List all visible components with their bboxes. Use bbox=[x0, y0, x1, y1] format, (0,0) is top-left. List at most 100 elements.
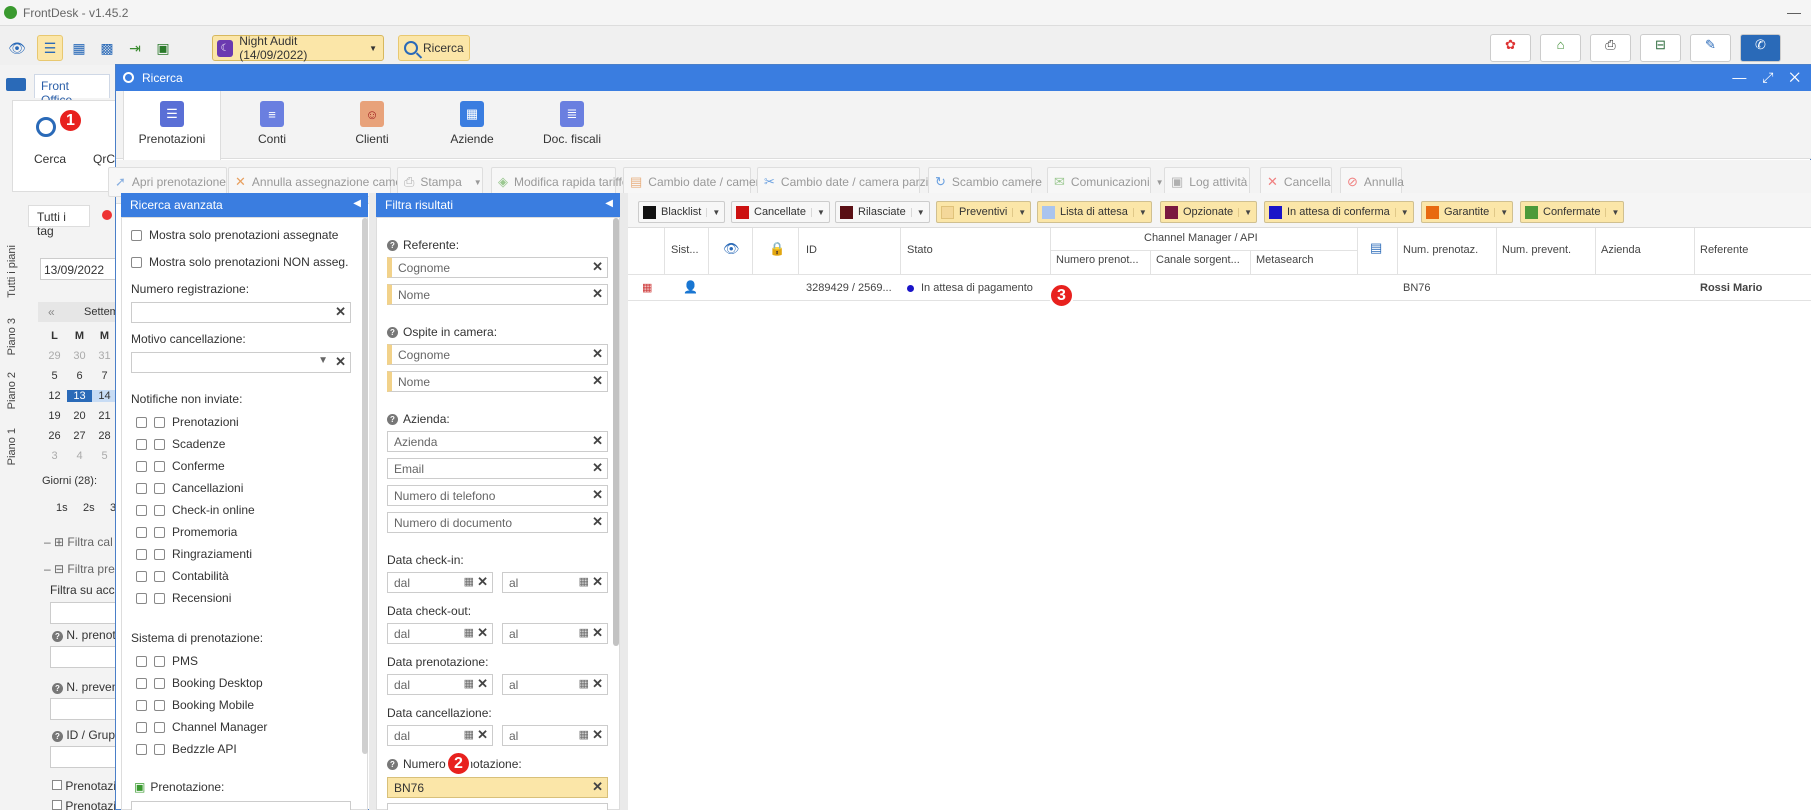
store-icon[interactable]: ⌂ bbox=[1540, 34, 1581, 62]
filter-opzionate-button[interactable]: Opzionate ▼ bbox=[1160, 201, 1258, 223]
col-num-prenotaz[interactable]: Num. prenotaz. bbox=[1403, 244, 1478, 256]
background-date-input[interactable]: 13/09/2022 bbox=[40, 258, 120, 280]
next-input[interactable] bbox=[387, 803, 608, 810]
system-channel-manager-checkbox[interactable]: ? Channel Manager bbox=[136, 720, 267, 734]
phone-input[interactable]: Numero di telefono ✕ bbox=[387, 485, 608, 506]
system-booking-mobile-checkbox[interactable]: ? Booking Mobile bbox=[136, 698, 254, 712]
eye-icon[interactable]: 👁 bbox=[723, 241, 740, 257]
front-office-tab[interactable]: Front Office bbox=[34, 74, 110, 107]
filter-lista-attesa-button[interactable]: Lista di attesa ▼ bbox=[1037, 201, 1152, 223]
checkout-icon[interactable]: ⇥ bbox=[122, 35, 148, 61]
checkin-to-input[interactable]: al ▦ ✕ bbox=[502, 572, 608, 593]
advanced-scrollbar[interactable] bbox=[362, 218, 368, 754]
settings-icon[interactable]: ✿ bbox=[1490, 34, 1531, 62]
calendar-row[interactable]: 345 bbox=[42, 450, 117, 462]
signature-icon[interactable]: ✎ bbox=[1690, 34, 1731, 62]
calendar-row[interactable]: 19 20 21 bbox=[42, 410, 117, 422]
printer-icon[interactable]: ⎙ bbox=[1590, 34, 1631, 62]
background-input[interactable] bbox=[50, 646, 120, 668]
calendar-row[interactable]: 12 13 14 bbox=[42, 390, 117, 402]
col-num-prevent[interactable]: Num. prevent. bbox=[1502, 244, 1571, 256]
notif-conferme-checkbox[interactable]: ? Conferme bbox=[136, 459, 225, 473]
system-pms-checkbox[interactable]: ? PMS bbox=[136, 654, 198, 668]
filter-calendar-label[interactable]: – ⊞ Filtra cal bbox=[44, 535, 113, 549]
ospite-name-input[interactable]: Nome ✕ bbox=[387, 371, 608, 392]
document-icon[interactable]: ▤ bbox=[1370, 240, 1382, 256]
filter-preventivi-button[interactable]: Preventivi ▼ bbox=[936, 201, 1032, 223]
calendar-prev-icon[interactable]: « bbox=[48, 305, 55, 319]
booking-number-input[interactable]: BN76 ✕ bbox=[387, 777, 608, 798]
checkout-from-input[interactable]: dal ▦ ✕ bbox=[387, 623, 493, 644]
days-1s[interactable]: 1s bbox=[56, 502, 68, 514]
filter-blacklist-button[interactable]: Blacklist ▼ bbox=[638, 201, 726, 223]
system-booking-desktop-checkbox[interactable]: ? Booking Desktop bbox=[136, 676, 263, 690]
show-assigned-checkbox[interactable]: Mostra solo prenotazioni assegnate bbox=[131, 228, 338, 242]
azienda-input[interactable]: Azienda ✕ bbox=[387, 431, 608, 452]
monitor-icon[interactable]: ▣ bbox=[150, 35, 176, 61]
background-input[interactable] bbox=[50, 746, 120, 768]
splitter[interactable] bbox=[369, 193, 376, 810]
tab-clienti[interactable]: ☺ Clienti bbox=[323, 91, 421, 159]
col-sistema[interactable]: Sist... bbox=[671, 244, 699, 256]
booking-to-input[interactable]: al ▦ ✕ bbox=[502, 674, 608, 695]
scanner-icon[interactable]: ⊟ bbox=[1640, 34, 1681, 62]
col-metasearch[interactable]: Metasearch bbox=[1256, 254, 1313, 266]
cancel-reason-select[interactable]: ▼ ✕ bbox=[131, 352, 351, 373]
night-audit-dropdown[interactable]: ☾ Night Audit (14/09/2022) ▼ bbox=[212, 34, 384, 62]
col-azienda[interactable]: Azienda bbox=[1601, 244, 1641, 256]
vertical-tab-all-floors[interactable]: Tutti i piani bbox=[6, 245, 20, 298]
col-id[interactable]: ID bbox=[806, 244, 817, 256]
phone-icon[interactable]: ✆ bbox=[1740, 34, 1781, 62]
email-input[interactable]: Email ✕ bbox=[387, 458, 608, 479]
col-stato[interactable]: Stato bbox=[907, 244, 933, 256]
background-checkbox[interactable]: Prenotazi bbox=[52, 799, 116, 810]
background-input[interactable] bbox=[50, 698, 120, 720]
vertical-tab-floor-1[interactable]: Piano 1 bbox=[6, 428, 20, 465]
calendar-row[interactable]: 567 bbox=[42, 370, 117, 382]
layout-icon[interactable]: ▦ bbox=[66, 35, 92, 61]
tab-conti[interactable]: ≡ Conti bbox=[223, 91, 321, 159]
filter-confermate-button[interactable]: Confermate ▼ bbox=[1520, 201, 1625, 223]
col-referente[interactable]: Referente bbox=[1700, 244, 1748, 256]
checkout-to-input[interactable]: al ▦ ✕ bbox=[502, 623, 608, 644]
vertical-tab-floor-3[interactable]: Piano 3 bbox=[6, 318, 20, 355]
search-button[interactable]: Ricerca bbox=[398, 35, 470, 61]
filter-garantite-button[interactable]: Garantite ▼ bbox=[1421, 201, 1514, 223]
splitter[interactable] bbox=[620, 193, 628, 810]
filter-cancellate-button[interactable]: Cancellate ▼ bbox=[731, 201, 830, 223]
list-view-icon[interactable]: ☰ bbox=[37, 35, 63, 61]
referente-surname-input[interactable]: Cognome ✕ bbox=[387, 257, 608, 278]
notif-scadenze-checkbox[interactable]: ? Scadenze bbox=[136, 437, 225, 451]
show-unassigned-checkbox[interactable]: Mostra solo prenotazioni NON asseg. bbox=[131, 255, 348, 269]
referente-name-input[interactable]: Nome ✕ bbox=[387, 284, 608, 305]
background-checkbox[interactable]: Prenotazi bbox=[52, 779, 116, 793]
system-bedzzle-api-checkbox[interactable]: ? Bedzzle API bbox=[136, 742, 237, 756]
lock-icon[interactable]: 🔒 bbox=[769, 241, 785, 257]
menu-icon[interactable] bbox=[6, 78, 26, 91]
table-row[interactable]: ▦ 👤 3289429 / 2569... In attesa di pagam… bbox=[628, 275, 1811, 300]
notif-checkin-checkbox[interactable]: ? Check-in online bbox=[136, 503, 255, 517]
filter-rilasciate-button[interactable]: Rilasciate ▼ bbox=[835, 201, 930, 223]
filter-in-attesa-conferma-button[interactable]: In attesa di conferma ▼ bbox=[1264, 201, 1414, 223]
minimize-button[interactable]: — bbox=[1787, 4, 1801, 20]
col-canale[interactable]: Canale sorgent... bbox=[1156, 254, 1240, 266]
notif-promemoria-checkbox[interactable]: ? Promemoria bbox=[136, 525, 237, 539]
document-input[interactable]: Numero di documento ✕ bbox=[387, 512, 608, 533]
notif-recensioni-checkbox[interactable]: ? Recensioni bbox=[136, 591, 231, 605]
booking-from-input[interactable]: dal ▦ ✕ bbox=[387, 674, 493, 695]
cancellation-to-input[interactable]: al ▦ ✕ bbox=[502, 725, 608, 746]
tab-doc-fiscali[interactable]: ≣ Doc. fiscali bbox=[523, 91, 621, 159]
tab-prenotazioni[interactable]: ☰ Prenotazioni bbox=[123, 91, 221, 160]
background-input[interactable] bbox=[50, 602, 120, 624]
notif-prenotazioni-checkbox[interactable]: ? Prenotazioni bbox=[136, 415, 239, 429]
notif-contabilita-checkbox[interactable]: ? Contabilità bbox=[136, 569, 229, 583]
advanced-search-header[interactable]: Ricerca avanzata ◀ bbox=[121, 193, 368, 217]
vertical-tab-floor-2[interactable]: Piano 2 bbox=[6, 372, 20, 409]
grid-icon[interactable]: ▩ bbox=[94, 35, 120, 61]
notif-cancellazioni-checkbox[interactable]: ? Cancellazioni bbox=[136, 481, 243, 495]
filter-results-header[interactable]: Filtra risultati ◀ bbox=[376, 193, 620, 217]
cancellation-from-input[interactable]: dal ▦ ✕ bbox=[387, 725, 493, 746]
tab-aziende[interactable]: ▦ Aziende bbox=[423, 91, 521, 159]
filter-scrollbar[interactable] bbox=[613, 218, 619, 646]
tag-tab[interactable]: Tutti i tag bbox=[28, 205, 90, 238]
